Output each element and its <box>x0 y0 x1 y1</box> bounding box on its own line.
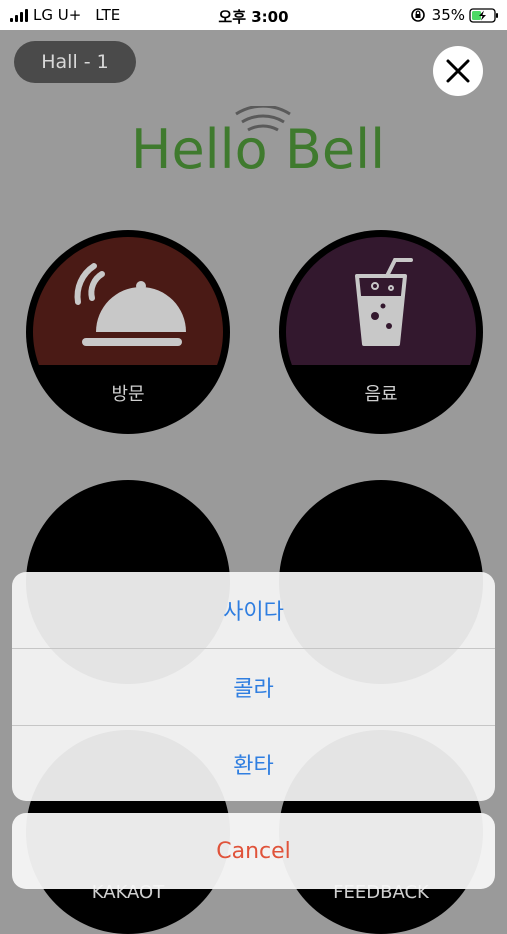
cancel-button[interactable]: Cancel <box>12 813 495 889</box>
battery-percent: 35% <box>431 6 465 24</box>
hello-bell-logo: Hello Bell <box>131 106 385 176</box>
close-icon <box>446 59 470 83</box>
menu-visit-button[interactable]: 방문 <box>26 230 230 434</box>
drink-cup-icon <box>355 258 413 346</box>
orientation-lock-icon <box>410 8 425 22</box>
menu-drink-label: 음료 <box>364 384 398 405</box>
service-bell-icon <box>74 263 186 346</box>
hall-badge[interactable]: Hall - 1 <box>14 41 136 83</box>
option-cola[interactable]: 콜라 <box>12 649 495 726</box>
drink-action-sheet: 사이다 콜라 환타 <box>12 572 495 801</box>
close-button[interactable] <box>433 46 483 96</box>
battery-charging-icon <box>469 7 498 23</box>
menu-drink-button[interactable]: 음료 <box>279 230 483 434</box>
option-fanta[interactable]: 환타 <box>12 726 495 801</box>
option-cider[interactable]: 사이다 <box>12 572 495 649</box>
status-bar: LG U+ LTE 오후 3:00 35% <box>0 0 507 30</box>
menu-visit-label: 방문 <box>111 384 145 405</box>
logo-text: Hello Bell <box>131 118 385 176</box>
status-right: 35% <box>410 6 499 24</box>
